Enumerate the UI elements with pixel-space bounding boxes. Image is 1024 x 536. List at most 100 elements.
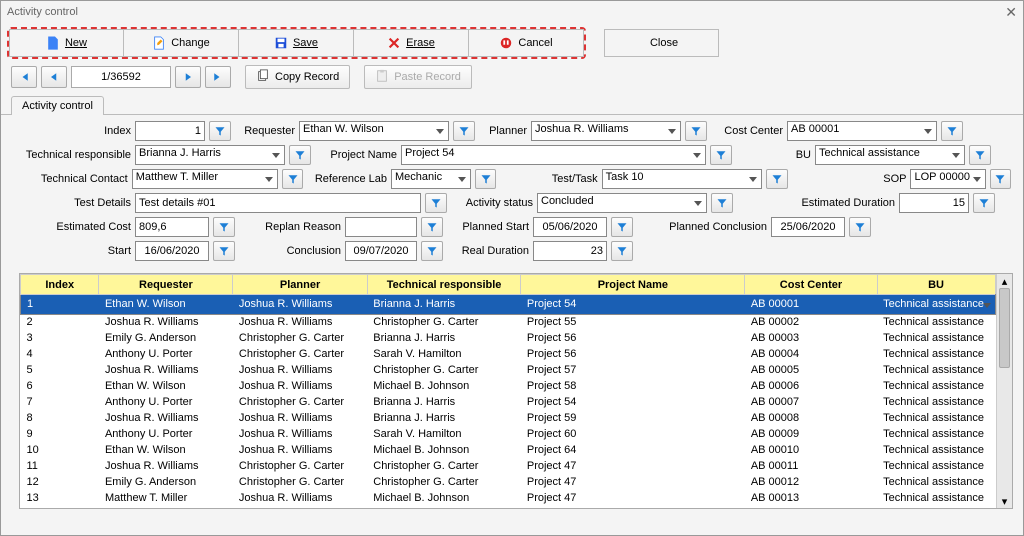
lbl-planner: Planner xyxy=(479,125,527,137)
grid-header[interactable]: Requester xyxy=(99,275,233,295)
tech-contact-select[interactable]: Matthew T. Miller xyxy=(132,169,278,189)
requester-filter-button[interactable] xyxy=(453,121,475,141)
tech-contact-filter-button[interactable] xyxy=(282,169,303,189)
cost-center-select[interactable]: AB 00001 xyxy=(787,121,937,141)
bu-filter-button[interactable] xyxy=(969,145,991,165)
conclusion-input[interactable] xyxy=(345,241,417,261)
real-duration-input[interactable] xyxy=(533,241,607,261)
table-row[interactable]: 1Ethan W. WilsonJoshua R. WilliamsBriann… xyxy=(21,295,996,315)
grid-header[interactable]: Index xyxy=(21,275,99,295)
highlighted-toolbar-group: New Change Save Erase Cancel xyxy=(7,27,586,59)
test-details-input[interactable] xyxy=(135,193,421,213)
est-cost-input[interactable] xyxy=(135,217,209,237)
pager-position: 1/36592 xyxy=(71,66,171,88)
replan-reason-filter-button[interactable] xyxy=(421,217,443,237)
lbl-activity-status: Activity status xyxy=(451,197,533,209)
erase-icon xyxy=(387,36,401,50)
change-button[interactable]: Change xyxy=(124,29,239,57)
sop-filter-button[interactable] xyxy=(990,169,1011,189)
table-row[interactable]: 3Emily G. AndersonChristopher G. CarterB… xyxy=(21,331,996,347)
est-cost-filter-button[interactable] xyxy=(213,217,235,237)
scroll-thumb[interactable] xyxy=(999,288,1010,368)
ref-lab-filter-button[interactable] xyxy=(475,169,496,189)
lbl-replan-reason: Replan Reason xyxy=(239,221,341,233)
bu-select[interactable]: Technical assistance xyxy=(815,145,965,165)
paste-icon xyxy=(375,69,389,86)
scroll-up-icon[interactable]: ▴ xyxy=(997,274,1012,288)
activity-status-select[interactable]: Concluded xyxy=(537,193,707,213)
project-name-select[interactable]: Project 54 xyxy=(401,145,706,165)
table-row[interactable]: 13Matthew T. MillerJoshua R. WilliamsMic… xyxy=(21,491,996,507)
change-icon xyxy=(152,36,166,50)
grid-header[interactable]: Project Name xyxy=(521,275,745,295)
planned-start-input[interactable] xyxy=(533,217,607,237)
table-row[interactable]: 14Joshua R. WilliamsJoshua R. WilliamsEm… xyxy=(21,507,996,509)
index-filter-button[interactable] xyxy=(209,121,231,141)
cancel-icon xyxy=(499,36,513,50)
grid-table[interactable]: IndexRequesterPlannerTechnical responsib… xyxy=(20,274,996,508)
new-icon xyxy=(46,36,60,50)
lbl-ref-lab: Reference Lab xyxy=(307,173,387,185)
test-details-filter-button[interactable] xyxy=(425,193,447,213)
data-grid: IndexRequesterPlannerTechnical responsib… xyxy=(19,273,1013,509)
test-task-filter-button[interactable] xyxy=(766,169,787,189)
grid-header[interactable]: Technical responsible xyxy=(367,275,521,295)
cancel-button[interactable]: Cancel xyxy=(469,29,584,57)
ref-lab-select[interactable]: Mechanic xyxy=(391,169,471,189)
new-button[interactable]: New xyxy=(9,29,124,57)
activity-status-filter-button[interactable] xyxy=(711,193,733,213)
table-row[interactable]: 6Ethan W. WilsonJoshua R. WilliamsMichae… xyxy=(21,379,996,395)
save-button[interactable]: Save xyxy=(239,29,354,57)
erase-button[interactable]: Erase xyxy=(354,29,469,57)
tech-resp-filter-button[interactable] xyxy=(289,145,311,165)
requester-select[interactable]: Ethan W. Wilson xyxy=(299,121,449,141)
planned-conclusion-filter-button[interactable] xyxy=(849,217,871,237)
paste-record-button[interactable]: Paste Record xyxy=(364,65,472,89)
pager-first-button[interactable] xyxy=(11,66,37,88)
pager-last-button[interactable] xyxy=(205,66,231,88)
table-row[interactable]: 11Joshua R. WilliamsChristopher G. Carte… xyxy=(21,459,996,475)
table-row[interactable]: 8Joshua R. WilliamsJoshua R. WilliamsBri… xyxy=(21,411,996,427)
planner-filter-button[interactable] xyxy=(685,121,707,141)
conclusion-filter-button[interactable] xyxy=(421,241,443,261)
replan-reason-input[interactable] xyxy=(345,217,417,237)
planner-select[interactable]: Joshua R. Williams xyxy=(531,121,681,141)
pager-prev-button[interactable] xyxy=(41,66,67,88)
index-input[interactable] xyxy=(135,121,205,141)
planned-conclusion-input[interactable] xyxy=(771,217,845,237)
grid-header[interactable]: BU xyxy=(877,275,995,295)
pager-next-button[interactable] xyxy=(175,66,201,88)
pager-row: 1/36592 Copy Record Paste Record xyxy=(1,63,1023,95)
table-row[interactable]: 7Anthony U. PorterChristopher G. CarterB… xyxy=(21,395,996,411)
est-duration-input[interactable] xyxy=(899,193,969,213)
test-task-select[interactable]: Task 10 xyxy=(602,169,763,189)
start-filter-button[interactable] xyxy=(213,241,235,261)
grid-header[interactable]: Planner xyxy=(233,275,367,295)
tech-resp-select[interactable]: Brianna J. Harris xyxy=(135,145,285,165)
copy-record-button[interactable]: Copy Record xyxy=(245,65,350,89)
form-panel: Index Requester Ethan W. Wilson Planner … xyxy=(1,114,1023,269)
close-button[interactable]: Close xyxy=(604,29,719,57)
grid-scrollbar[interactable]: ▴ ▾ xyxy=(996,274,1012,508)
start-input[interactable] xyxy=(135,241,209,261)
sop-select[interactable]: LOP 00000 xyxy=(910,169,985,189)
window-close-button[interactable]: ✕ xyxy=(1005,4,1017,21)
tab-activity-control[interactable]: Activity control xyxy=(11,96,104,115)
cost-center-filter-button[interactable] xyxy=(941,121,963,141)
table-row[interactable]: 2Joshua R. WilliamsJoshua R. WilliamsChr… xyxy=(21,315,996,331)
real-duration-filter-button[interactable] xyxy=(611,241,633,261)
table-row[interactable]: 12Emily G. AndersonChristopher G. Carter… xyxy=(21,475,996,491)
scroll-down-icon[interactable]: ▾ xyxy=(997,494,1012,508)
table-row[interactable]: 9Anthony U. PorterJoshua R. WilliamsSara… xyxy=(21,427,996,443)
table-row[interactable]: 4Anthony U. PorterChristopher G. CarterS… xyxy=(21,347,996,363)
table-row[interactable]: 10Ethan W. WilsonJoshua R. WilliamsMicha… xyxy=(21,443,996,459)
tab-strip: Activity control xyxy=(1,95,1023,114)
titlebar: Activity control ✕ xyxy=(1,1,1023,23)
planned-start-filter-button[interactable] xyxy=(611,217,633,237)
lbl-planned-start: Planned Start xyxy=(447,221,529,233)
est-duration-filter-button[interactable] xyxy=(973,193,995,213)
project-name-filter-button[interactable] xyxy=(710,145,732,165)
lbl-requester: Requester xyxy=(235,125,295,137)
grid-header[interactable]: Cost Center xyxy=(745,275,877,295)
table-row[interactable]: 5Joshua R. WilliamsJoshua R. WilliamsChr… xyxy=(21,363,996,379)
